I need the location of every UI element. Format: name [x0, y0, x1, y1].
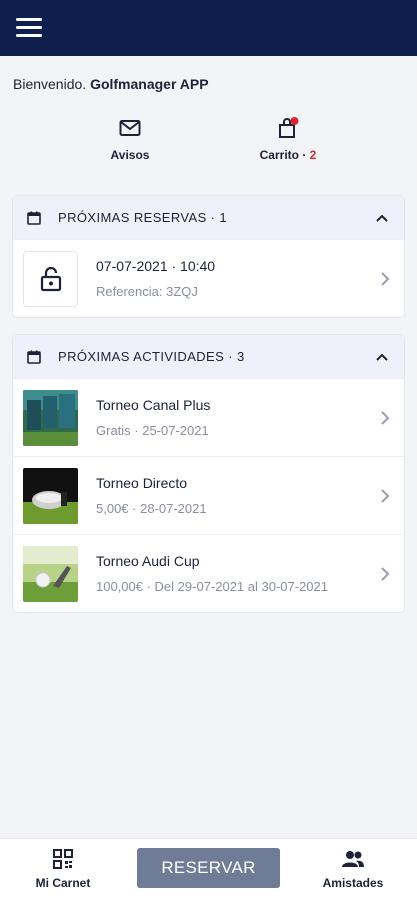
- chevron-right-icon: [381, 410, 390, 425]
- activity-details: 5,00€ · 28-07-2021: [96, 501, 207, 516]
- activities-title: PRÓXIMAS ACTIVIDADES · 3: [58, 349, 245, 364]
- chevron-right-icon: [381, 566, 390, 581]
- reserve-button[interactable]: RESERVAR: [137, 848, 280, 888]
- activity-thumbnail: [23, 389, 78, 446]
- top-app-bar: [0, 0, 417, 56]
- chevron-up-icon: [376, 214, 388, 222]
- calendar-icon: [27, 350, 41, 364]
- activities-card: PRÓXIMAS ACTIVIDADES · 3 Torneo Canal Pl…: [13, 335, 404, 612]
- activities-header[interactable]: PRÓXIMAS ACTIVIDADES · 3: [13, 335, 404, 378]
- notices-link[interactable]: Avisos: [60, 116, 200, 162]
- reservation-reference: Referencia: 3ZQJ: [96, 284, 198, 299]
- cart-icon: [279, 117, 299, 138]
- reservations-card: PRÓXIMAS RESERVAS · 1 07-07-2021 · 10:40…: [13, 196, 404, 317]
- activity-thumbnail: [23, 545, 78, 602]
- activity-row[interactable]: Torneo Directo 5,00€ · 28-07-2021: [13, 456, 404, 534]
- welcome-prefix: Bienvenido.: [13, 76, 87, 92]
- reservation-row[interactable]: 07-07-2021 · 10:40 Referencia: 3ZQJ: [13, 239, 404, 317]
- tab-amistades[interactable]: Amistades: [308, 849, 398, 890]
- cart-link[interactable]: Carrito · 2: [218, 116, 358, 162]
- chevron-right-icon: [381, 271, 390, 286]
- reservation-lock-box: [23, 250, 78, 307]
- reservation-datetime: 07-07-2021 · 10:40: [96, 258, 216, 274]
- reservations-title: PRÓXIMAS RESERVAS · 1: [58, 210, 228, 225]
- activity-details: 100,00€ · Del 29-07-2021 al 30-07-2021: [96, 579, 329, 594]
- people-icon: [342, 851, 364, 867]
- qr-code-icon: [53, 849, 73, 869]
- welcome-message: Bienvenido. Golfmanager APP: [13, 76, 209, 92]
- notices-label: Avisos: [110, 148, 150, 162]
- activity-row[interactable]: Torneo Audi Cup 100,00€ · Del 29-07-2021…: [13, 534, 404, 612]
- unlocked-padlock-icon: [40, 266, 61, 291]
- chevron-right-icon: [381, 488, 390, 503]
- reservations-header[interactable]: PRÓXIMAS RESERVAS · 1: [13, 196, 404, 239]
- activity-row[interactable]: Torneo Canal Plus Gratis · 25-07-2021: [13, 378, 404, 456]
- cart-separator: ·: [298, 148, 310, 162]
- cart-count-badge: 2: [309, 148, 317, 162]
- activity-title: Torneo Audi Cup: [96, 553, 200, 569]
- hamburger-icon[interactable]: [16, 18, 42, 38]
- cart-label: Carrito: [259, 148, 299, 162]
- welcome-user-name: Golfmanager APP: [90, 76, 209, 92]
- activity-title: Torneo Canal Plus: [96, 397, 211, 413]
- activity-details: Gratis · 25-07-2021: [96, 423, 209, 438]
- amistades-label: Amistades: [322, 876, 384, 890]
- activity-thumbnail: [23, 467, 78, 524]
- chevron-up-icon: [376, 353, 388, 361]
- activity-title: Torneo Directo: [96, 475, 188, 491]
- mi-carnet-label: Mi Carnet: [35, 876, 91, 890]
- envelope-icon: [119, 120, 141, 136]
- calendar-icon: [27, 211, 41, 225]
- tab-mi-carnet[interactable]: Mi Carnet: [18, 849, 108, 890]
